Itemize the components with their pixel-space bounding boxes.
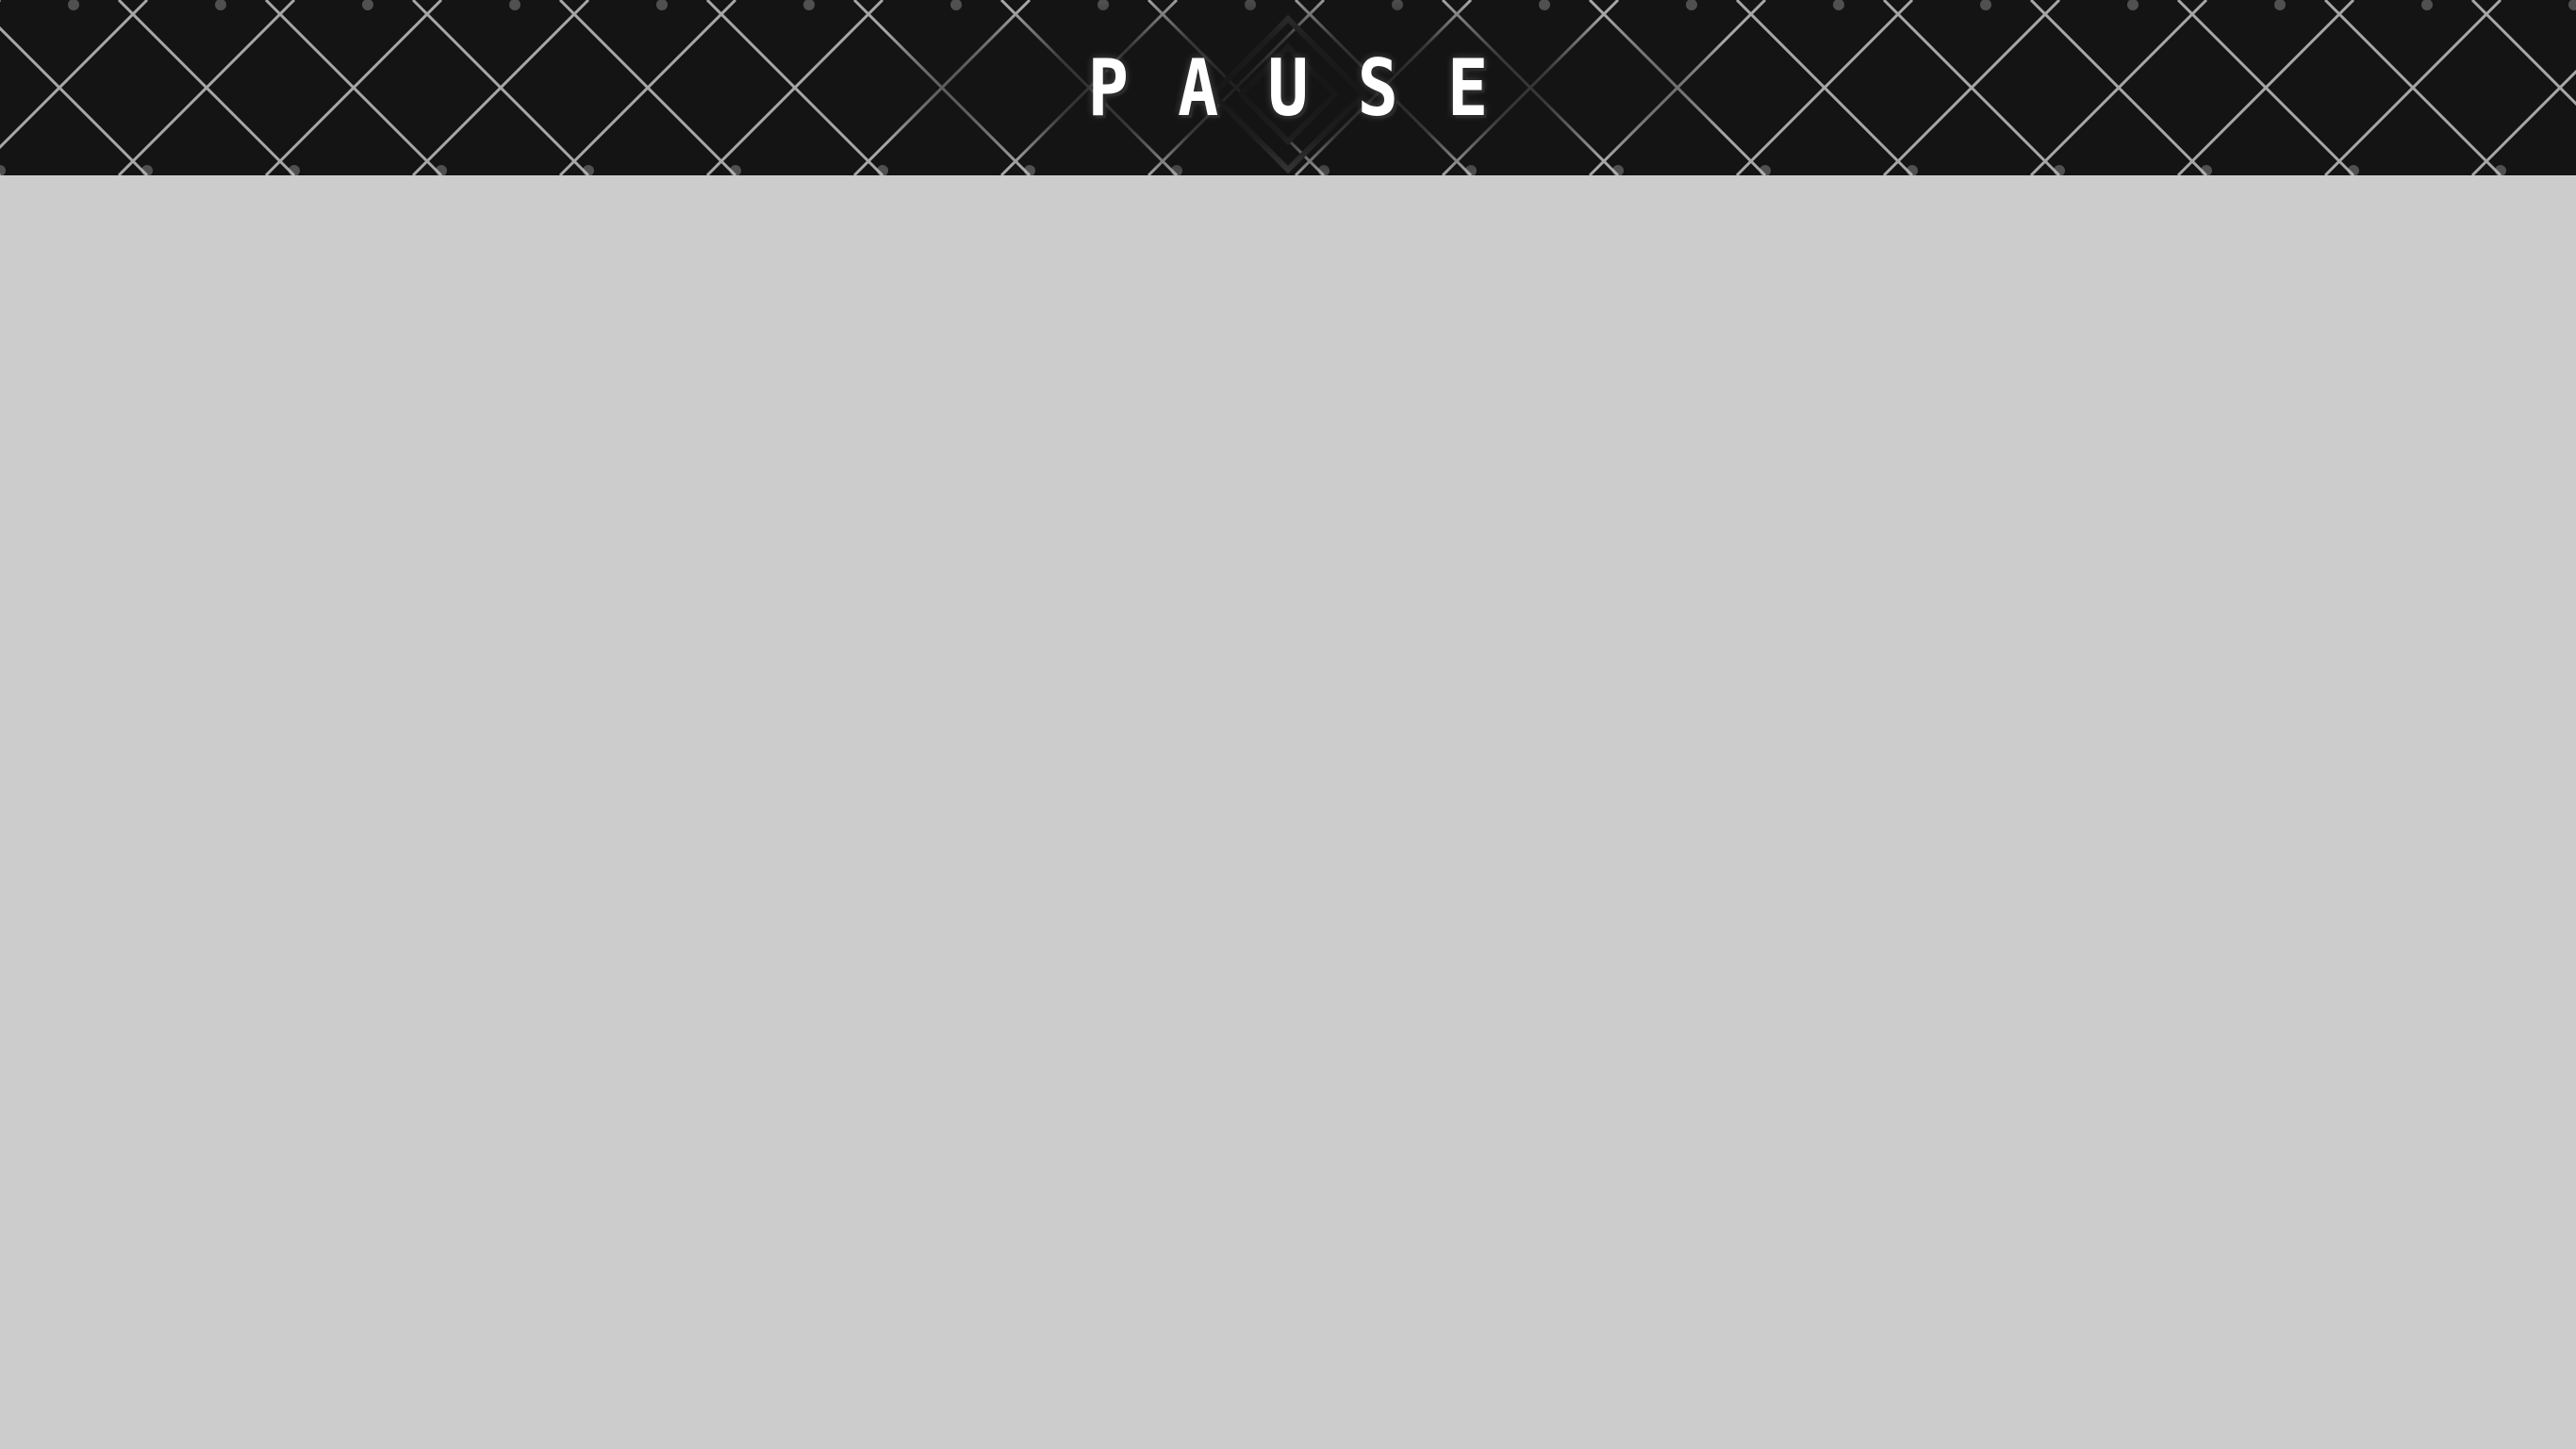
pause-header-bar: PAUSE: [0, 0, 2576, 175]
pause-menu-content-area: [0, 175, 2576, 1449]
pause-title: PAUSE: [1087, 41, 1538, 134]
pause-screen: PAUSE: [0, 0, 2576, 1449]
